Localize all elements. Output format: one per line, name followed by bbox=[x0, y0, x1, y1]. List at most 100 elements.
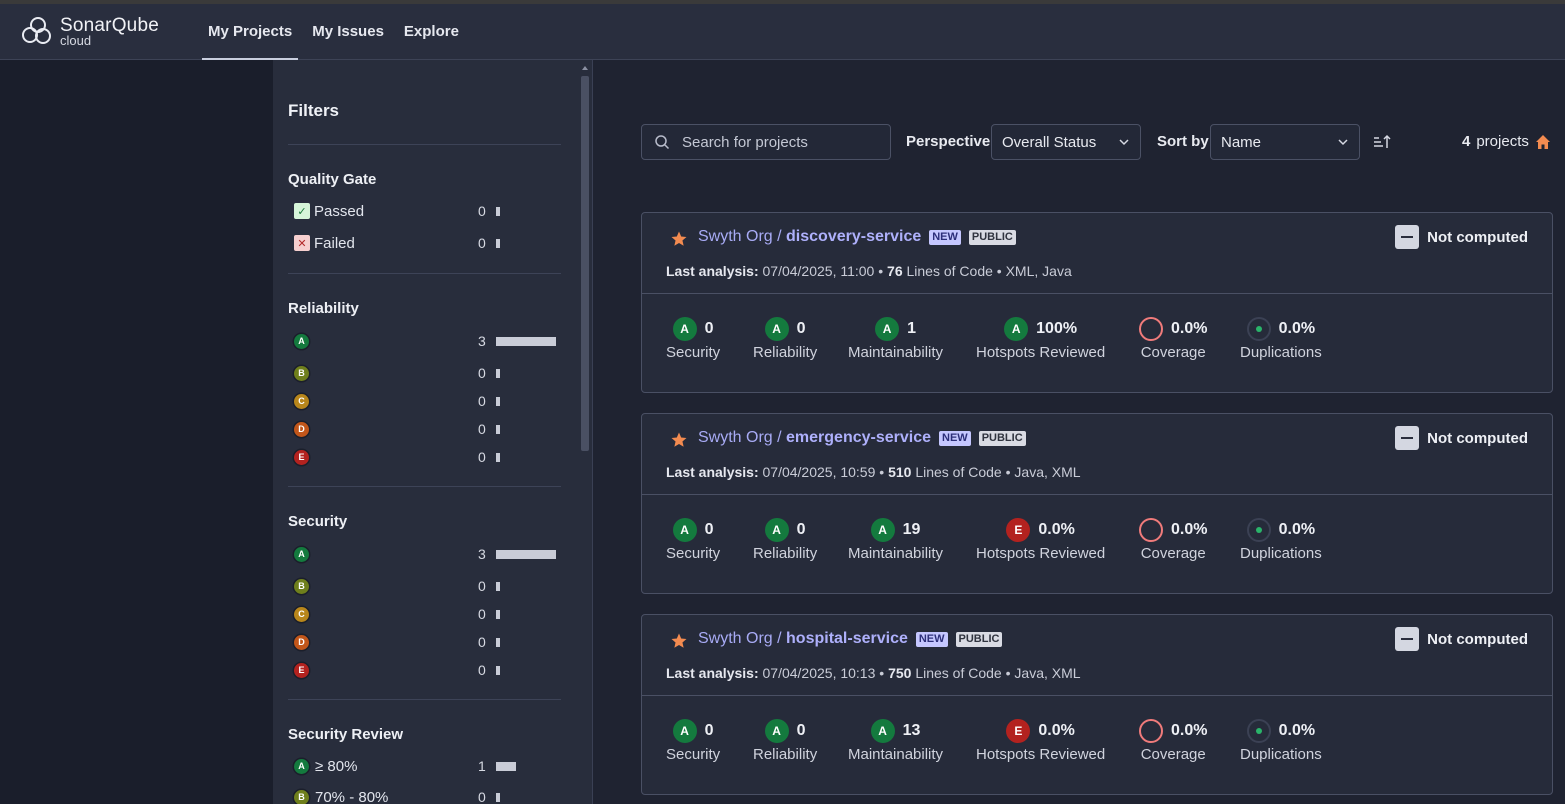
project-link[interactable]: Swyth Org / discovery-service NEW PUBLIC bbox=[698, 228, 1016, 246]
metric-label: Reliability bbox=[753, 344, 818, 361]
metric-maintainability[interactable]: A1 Maintainability bbox=[848, 316, 943, 361]
nav-my-issues[interactable]: My Issues bbox=[306, 4, 390, 60]
metric-label: Maintainability bbox=[848, 344, 944, 361]
last-analysis-date: 07/04/2025, 10:59 bbox=[762, 464, 876, 480]
divider bbox=[288, 144, 561, 145]
last-analysis-date: 07/04/2025, 11:00 bbox=[762, 263, 875, 279]
perspective-select[interactable]: Overall Status bbox=[991, 124, 1141, 160]
duplications-ring-icon bbox=[1246, 317, 1271, 341]
facet-security-b[interactable]: B 0 bbox=[288, 575, 561, 597]
cross-icon: ✕ bbox=[294, 235, 310, 251]
last-analysis-date: 07/04/2025, 10:13 bbox=[762, 665, 876, 681]
metric-label: Maintainability bbox=[848, 746, 944, 763]
sonarqube-logo[interactable]: SonarQube cloud bbox=[20, 14, 159, 48]
metric-reliability[interactable]: A0 Reliability bbox=[753, 718, 817, 763]
facet-reliability-a[interactable]: A 3 bbox=[288, 330, 561, 352]
facet-quality-gate-failed[interactable]: ✕ Failed 0 bbox=[288, 232, 561, 254]
lines-of-code-value: 510 bbox=[888, 464, 912, 480]
metric-maintainability[interactable]: A 19 Maintainability bbox=[848, 517, 943, 562]
metric-duplications[interactable]: 0.0% Duplications bbox=[1240, 517, 1322, 562]
top-navigation: SonarQube cloud My Projects My Issues Ex… bbox=[0, 4, 1565, 60]
home-icon[interactable] bbox=[1535, 134, 1551, 150]
facet-count: 0 bbox=[478, 606, 486, 622]
search-input[interactable]: Search for projects bbox=[641, 124, 891, 160]
star-icon[interactable] bbox=[670, 632, 688, 650]
sidebar-scrollbar[interactable] bbox=[579, 66, 591, 804]
not-computed-icon bbox=[1395, 225, 1420, 249]
grade-b-icon: B bbox=[294, 365, 309, 381]
quality-gate-status: Not computed bbox=[1395, 627, 1528, 651]
grade-e-icon: E bbox=[1006, 719, 1031, 743]
facet-security-a[interactable]: A 3 bbox=[288, 543, 561, 565]
metric-value: 19 bbox=[902, 521, 921, 538]
grade-a-icon: A bbox=[672, 719, 697, 743]
facet-reliability-d[interactable]: D 0 bbox=[288, 418, 561, 440]
facet-security-e[interactable]: E 0 bbox=[288, 659, 561, 681]
project-link[interactable]: Swyth Org / emergency-service NEW PUBLIC bbox=[698, 429, 1026, 447]
facet-security-d[interactable]: D 0 bbox=[288, 631, 561, 653]
nav-my-projects[interactable]: My Projects bbox=[202, 4, 299, 60]
grade-a-icon: A bbox=[764, 719, 789, 743]
projects-count: 4 projects bbox=[1462, 133, 1551, 150]
public-badge: PUBLIC bbox=[955, 631, 1003, 647]
project-card-header: Swyth Org / emergency-service NEW PUBLIC… bbox=[642, 414, 1552, 495]
facet-bar bbox=[496, 368, 500, 378]
metric-value: 0 bbox=[796, 521, 806, 538]
facet-reliability-c[interactable]: C 0 bbox=[288, 390, 561, 412]
facet-count: 3 bbox=[478, 546, 486, 562]
project-link[interactable]: Swyth Org / hospital-service NEW PUBLIC bbox=[698, 630, 1003, 648]
facet-security-review-a[interactable]: A ≥ 80% 1 bbox=[288, 755, 561, 777]
metric-value: 0 bbox=[704, 521, 714, 538]
facet-security-c[interactable]: C 0 bbox=[288, 603, 561, 625]
metric-hotspots-reviewed[interactable]: A 100% Hotspots Reviewed bbox=[976, 316, 1105, 361]
metric-reliability[interactable]: A0 Reliability bbox=[753, 517, 817, 562]
star-icon[interactable] bbox=[670, 230, 688, 248]
facet-reliability-b[interactable]: B 0 bbox=[288, 362, 561, 384]
metric-duplications[interactable]: 0.0% Duplications bbox=[1240, 718, 1322, 763]
facet-quality-gate-passed[interactable]: ✓ Passed 0 bbox=[288, 200, 561, 222]
metric-security[interactable]: A0 Security bbox=[666, 517, 720, 562]
nav-explore[interactable]: Explore bbox=[398, 4, 465, 60]
metric-security[interactable]: A0 Security bbox=[666, 718, 720, 763]
metric-coverage[interactable]: 0.0% Coverage bbox=[1139, 718, 1207, 763]
metric-hotspots-reviewed[interactable]: E 0.0% Hotspots Reviewed bbox=[976, 718, 1105, 763]
metric-maintainability[interactable]: A 13 Maintainability bbox=[848, 718, 943, 763]
scrollbar-thumb[interactable] bbox=[581, 76, 589, 451]
metric-coverage[interactable]: 0.0% Coverage bbox=[1139, 517, 1207, 562]
facet-count: 0 bbox=[478, 203, 486, 219]
star-icon[interactable] bbox=[670, 431, 688, 449]
metric-coverage[interactable]: 0.0% Coverage bbox=[1139, 316, 1207, 361]
sort-label: Sort by bbox=[1157, 133, 1209, 150]
facet-reliability-e[interactable]: E 0 bbox=[288, 446, 561, 468]
metric-reliability[interactable]: A0 Reliability bbox=[753, 316, 817, 361]
project-card: Swyth Org / emergency-service NEW PUBLIC… bbox=[641, 413, 1553, 594]
project-name: hospital-service bbox=[786, 630, 908, 647]
metric-value: 0 bbox=[704, 320, 714, 337]
scroll-up-arrow-icon[interactable] bbox=[582, 66, 588, 70]
last-analysis-label: Last analysis: bbox=[666, 263, 759, 279]
sort-select[interactable]: Name bbox=[1210, 124, 1360, 160]
sort-ascending-icon[interactable] bbox=[1372, 133, 1392, 151]
facet-bar bbox=[496, 761, 516, 771]
metric-duplications[interactable]: 0.0% Duplications bbox=[1240, 316, 1322, 361]
metric-value: 0.0% bbox=[1171, 320, 1208, 337]
metric-security[interactable]: A0 Security bbox=[666, 316, 720, 361]
facet-bar bbox=[496, 452, 500, 462]
facet-count: 0 bbox=[478, 634, 486, 650]
last-analysis: Last analysis: 07/04/2025, 10:13 • 750 L… bbox=[666, 665, 1081, 681]
project-metrics: A0 Security A0 Reliability A1 Maintainab… bbox=[642, 294, 1552, 393]
facet-count: 0 bbox=[478, 662, 486, 678]
metric-hotspots-reviewed[interactable]: E 0.0% Hotspots Reviewed bbox=[976, 517, 1105, 562]
metric-label: Coverage bbox=[1140, 746, 1206, 763]
filters-title: Filters bbox=[288, 101, 340, 120]
facet-security-review-b[interactable]: B 70% - 80% 0 bbox=[288, 786, 561, 804]
cloud-logo-icon bbox=[22, 17, 51, 44]
search-placeholder: Search for projects bbox=[682, 133, 808, 151]
metric-label: Hotspots Reviewed bbox=[976, 344, 1106, 361]
project-card-header: Swyth Org / hospital-service NEW PUBLIC … bbox=[642, 615, 1552, 696]
metric-label: Reliability bbox=[753, 545, 818, 562]
quality-gate-status-text: Not computed bbox=[1427, 429, 1528, 447]
last-analysis: Last analysis: 07/04/2025, 10:59 • 510 L… bbox=[666, 464, 1081, 480]
duplications-ring-icon bbox=[1246, 518, 1271, 542]
grade-a-icon: A bbox=[870, 518, 895, 542]
